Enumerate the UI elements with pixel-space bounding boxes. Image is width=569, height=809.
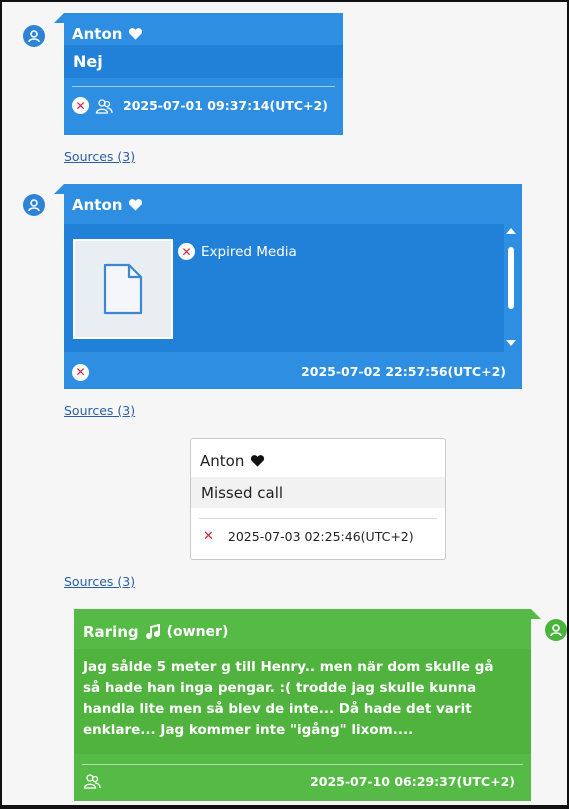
user-avatar-icon[interactable]	[23, 25, 45, 47]
delete-x-icon[interactable]: ✕	[203, 529, 214, 544]
participants-icon[interactable]	[83, 773, 101, 789]
message-timestamp: 2025-07-01 09:37:14(UTC+2)	[123, 98, 328, 113]
message-text: Missed call	[201, 483, 284, 502]
user-avatar-icon[interactable]	[545, 619, 567, 641]
call-text-area: Missed call	[191, 477, 445, 508]
media-status: Expired Media	[201, 243, 297, 260]
bubble-tail	[54, 184, 64, 194]
message-text: Jag sålde 5 meter g till Henry.. men när…	[83, 659, 494, 738]
message-bubble[interactable]: Anton Nej ✕ 2025-07-01 09:37:14(UTC+2)	[64, 13, 343, 135]
sender-name: Raring	[83, 623, 139, 641]
delete-x-icon[interactable]: ✕	[72, 363, 89, 381]
missed-call-card[interactable]: Anton Missed call ✕ 2025-07-03 02:25:46(…	[190, 438, 446, 560]
scroll-thumb[interactable]	[508, 247, 514, 309]
heart-icon	[250, 454, 265, 468]
media-message-bubble[interactable]: Anton ✕ Expired Media ✕ 2025-07-02 22:57…	[64, 184, 522, 389]
scrollbar[interactable]	[506, 228, 516, 346]
participants-icon[interactable]	[95, 98, 113, 114]
message-text-area: Jag sålde 5 meter g till Henry.. men när…	[74, 649, 531, 754]
file-icon	[101, 262, 145, 316]
scroll-up-arrow[interactable]	[506, 228, 516, 234]
message-timestamp: 2025-07-02 22:57:56(UTC+2)	[301, 364, 506, 379]
scroll-down-arrow[interactable]	[506, 340, 516, 346]
media-thumbnail[interactable]	[73, 239, 173, 339]
music-note-icon	[145, 624, 161, 640]
bubble-tail	[54, 13, 64, 23]
media-area: ✕ Expired Media	[64, 224, 504, 352]
message-text: Nej	[73, 52, 103, 71]
heart-icon	[128, 27, 143, 41]
owner-message-bubble[interactable]: Raring (owner) Jag sålde 5 meter g till …	[74, 609, 531, 801]
owner-label: (owner)	[166, 624, 229, 640]
sender-name: Anton	[72, 25, 123, 43]
sender-name: Anton	[72, 196, 123, 214]
message-timestamp: 2025-07-03 02:25:46(UTC+2)	[227, 529, 414, 544]
delete-x-icon[interactable]: ✕	[72, 97, 89, 114]
sender-name: Anton	[200, 452, 245, 470]
user-avatar-icon[interactable]	[23, 194, 45, 216]
bubble-tail	[531, 609, 541, 619]
sources-link[interactable]: Sources (3)	[64, 403, 135, 418]
heart-icon	[128, 198, 143, 212]
expired-x-icon: ✕	[178, 243, 195, 260]
sources-link[interactable]: Sources (3)	[64, 574, 135, 589]
message-timestamp: 2025-07-10 06:29:37(UTC+2)	[310, 773, 515, 789]
chat-panel: Anton Nej ✕ 2025-07-01 09:37:14(UTC+2) S…	[0, 0, 569, 809]
sources-link[interactable]: Sources (3)	[64, 149, 135, 164]
